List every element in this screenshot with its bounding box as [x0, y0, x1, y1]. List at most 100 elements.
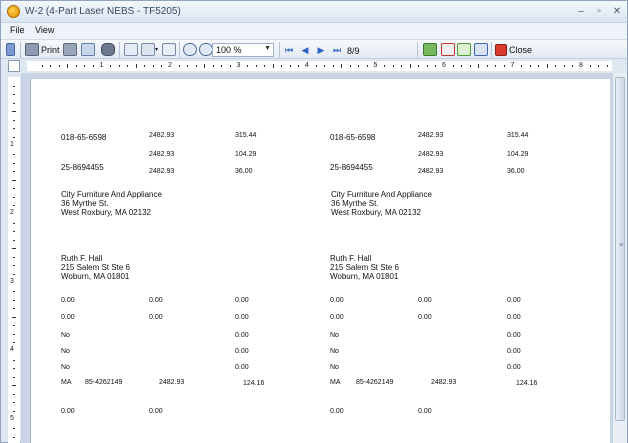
- checkbox-value: No: [330, 332, 339, 339]
- ruler-tick: [13, 359, 15, 361]
- ruler-tick: [272, 64, 274, 68]
- ss-tax-value: 104.29: [507, 151, 529, 158]
- next-page-icon[interactable]: ▶: [316, 44, 326, 56]
- federal-tax-value: 315.44: [507, 132, 529, 139]
- state-wages: 2482.93: [159, 379, 185, 386]
- multi-page-icon[interactable]: [141, 43, 155, 56]
- continuous-icon[interactable]: [162, 43, 176, 56]
- box-value: 0.00: [61, 314, 75, 321]
- zoom-select[interactable]: 100 % ▼: [212, 43, 274, 57]
- horizontal-ruler: 1 2 3 4 5 6 7 8: [27, 61, 612, 71]
- ruler-number: 7: [510, 62, 515, 69]
- ruler-tick: [135, 64, 137, 68]
- menu-file[interactable]: File: [10, 25, 25, 35]
- ruler-tick: [13, 436, 15, 438]
- ruler-number: 3: [10, 277, 14, 285]
- menu-bar: File View: [1, 23, 627, 39]
- ruler-tick: [50, 65, 52, 67]
- ruler-tick: [324, 65, 326, 67]
- ruler-tick: [41, 65, 43, 67]
- toolbar: Print ▾ 100 % ▼ ⏮ ◀ ▶ ⏭ 8/9 Close: [1, 39, 627, 59]
- ruler-tick: [84, 65, 86, 67]
- ruler-tick: [13, 410, 15, 412]
- pdf-export-icon[interactable]: [441, 43, 455, 56]
- ruler-tick: [13, 428, 15, 430]
- ruler-tick: [289, 65, 291, 67]
- box-value: 0.00: [235, 314, 249, 321]
- ruler-tick: [521, 65, 523, 67]
- ruler-tick: [13, 222, 15, 224]
- ruler-tick: [13, 308, 15, 310]
- box-value: 0.00: [507, 348, 521, 355]
- box-value: 0.00: [235, 297, 249, 304]
- menu-view[interactable]: View: [35, 25, 54, 35]
- ruler-tick: [469, 65, 471, 67]
- ruler-tick: [161, 65, 163, 67]
- box-value: 0.00: [235, 332, 249, 339]
- ruler-tick: [13, 342, 15, 344]
- employer-city: West Roxbury, MA 02132: [331, 208, 421, 217]
- checkbox-value: No: [330, 364, 339, 371]
- box-value: 0.00: [418, 297, 432, 304]
- ruler-tick: [212, 65, 214, 67]
- ruler-tick: [13, 85, 15, 87]
- first-page-icon[interactable]: ⏮: [284, 44, 294, 56]
- scrollbar-thumb[interactable]: ≡: [615, 77, 625, 421]
- export-icon[interactable]: [423, 43, 437, 56]
- minimize-button[interactable]: –: [573, 4, 589, 19]
- ruler-tick: [75, 65, 77, 67]
- ruler-tick: [195, 65, 197, 67]
- box-value: 0.00: [330, 297, 344, 304]
- excel-export-icon[interactable]: [457, 43, 471, 56]
- vertical-scrollbar[interactable]: ≡: [612, 73, 627, 443]
- print-button[interactable]: Print: [41, 43, 60, 57]
- close-button[interactable]: Close: [509, 43, 532, 57]
- ruler-tick: [332, 65, 334, 67]
- state-tax: 124.16: [516, 380, 538, 387]
- box-value: 0.00: [149, 408, 163, 415]
- ruler-tick: [409, 64, 411, 68]
- ruler-tick: [13, 162, 15, 164]
- multi-page-dropdown-icon[interactable]: ▾: [155, 46, 158, 60]
- checkbox-value: No: [330, 348, 339, 355]
- report-viewport: 018-65-6598 2482.93 315.44 2482.93 104.2…: [21, 73, 612, 443]
- box-value: 0.00: [507, 332, 521, 339]
- ruler-tick: [118, 65, 120, 67]
- vertical-ruler: 1 2 3 4 5: [8, 77, 20, 443]
- ruler-tick: [13, 299, 15, 301]
- quick-print-icon[interactable]: [63, 43, 77, 56]
- word-export-icon[interactable]: [474, 43, 488, 56]
- close-window-button[interactable]: ✕: [609, 4, 625, 19]
- find-icon[interactable]: [101, 43, 115, 56]
- chevron-down-icon: ▼: [264, 45, 271, 52]
- previous-page-icon[interactable]: ◀: [300, 44, 310, 56]
- ruler-tick: [13, 256, 15, 258]
- printer-icon[interactable]: [25, 43, 39, 56]
- ruler-tick: [281, 65, 283, 67]
- state-wages: 2482.93: [431, 379, 457, 386]
- restore-button[interactable]: ▫: [591, 4, 607, 19]
- zoom-in-icon[interactable]: [199, 43, 213, 56]
- copy-icon[interactable]: [81, 43, 95, 56]
- ruler-tick: [13, 291, 15, 293]
- state-id: 85-4262149: [85, 379, 123, 386]
- employee-ssn: 018-65-6598: [61, 133, 107, 142]
- ruler-number: 4: [305, 62, 309, 69]
- ruler-tick: [13, 402, 15, 404]
- ruler-tick: [13, 188, 15, 190]
- ruler-tick: [12, 316, 16, 318]
- ruler-number: 1: [10, 140, 14, 148]
- document-map-icon[interactable]: [6, 43, 15, 56]
- ruler-tick: [13, 136, 15, 138]
- ruler-tick: [13, 376, 15, 378]
- ruler-tick: [435, 65, 437, 67]
- ruler-tick: [247, 65, 249, 67]
- zoom-out-icon[interactable]: [183, 43, 197, 56]
- ruler-tick: [229, 65, 231, 67]
- last-page-icon[interactable]: ⏭: [332, 44, 342, 56]
- single-page-icon[interactable]: [124, 43, 138, 56]
- ruler-tick: [110, 65, 112, 67]
- ruler-tick: [13, 265, 15, 267]
- ruler-number: 5: [10, 414, 14, 422]
- ruler-tick: [13, 239, 15, 241]
